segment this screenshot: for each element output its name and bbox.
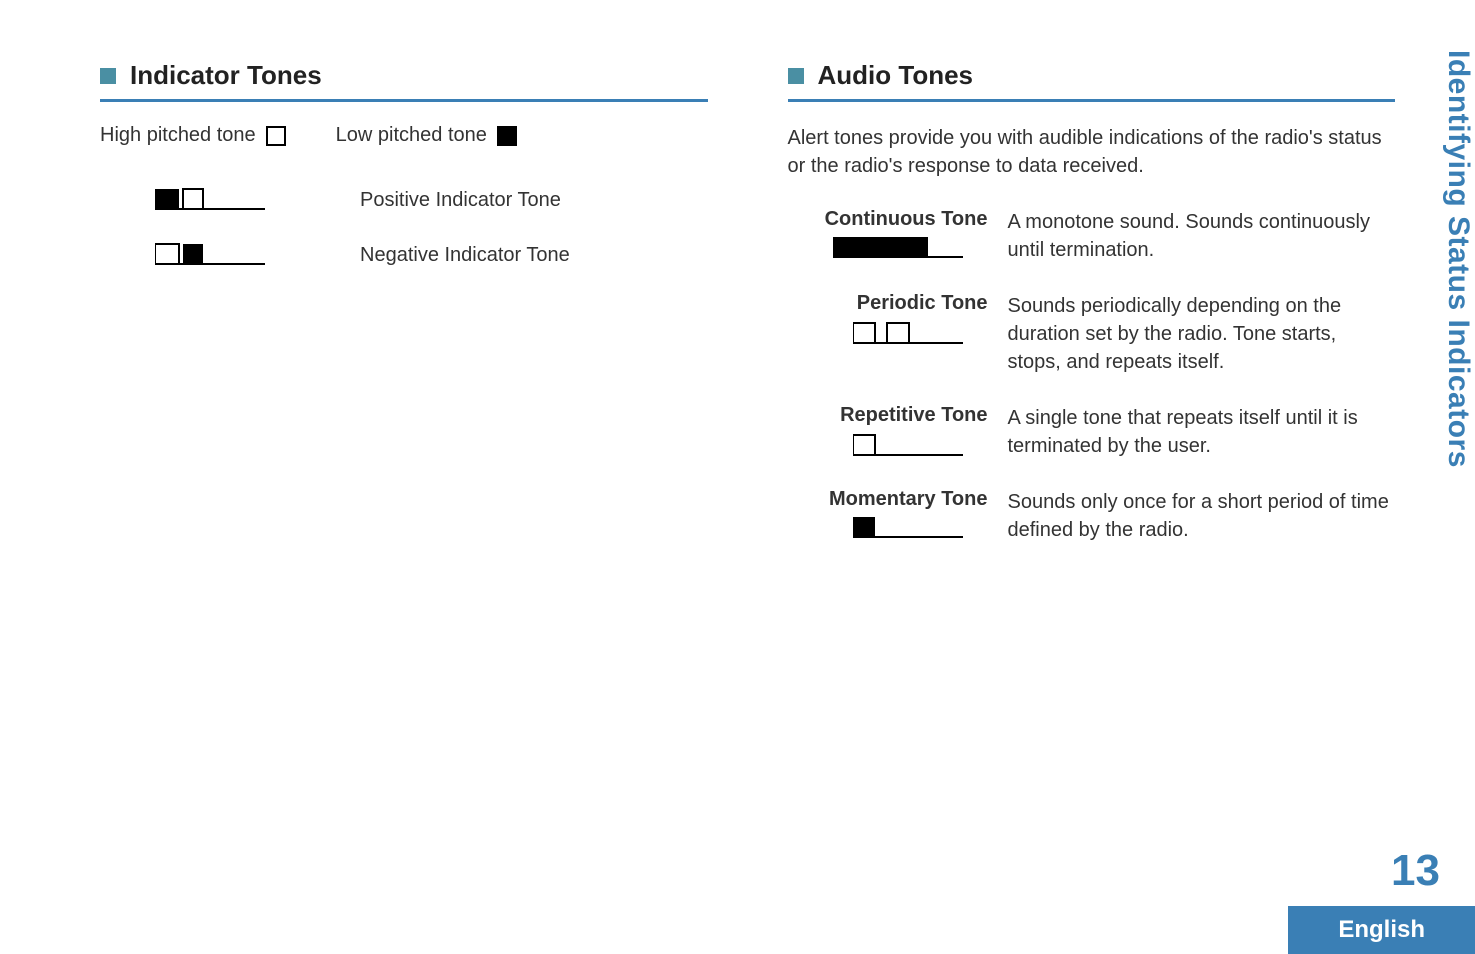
tone-legend: High pitched tone Low pitched tone [100,124,708,147]
periodic-tone-icon [788,321,988,345]
negative-indicator-label: Negative Indicator Tone [360,242,570,267]
repetitive-tone-icon [788,433,988,457]
positive-indicator-icon [100,187,320,211]
continuous-tone-row: Continuous Tone A monotone sound. Sounds… [788,208,1396,264]
low-pitched-label: Low pitched tone [336,124,487,147]
repetitive-tone-desc: A single tone that repeats itself until … [1008,404,1396,460]
page-number: 13 [1288,846,1475,906]
momentary-tone-desc: Sounds only once for a short period of t… [1008,488,1396,544]
periodic-tone-left: Periodic Tone [788,292,988,376]
momentary-tone-name: Momentary Tone [788,488,988,511]
audio-tones-title: Audio Tones [818,60,974,91]
periodic-tone-name: Periodic Tone [788,292,988,315]
high-pitched-icon [266,126,286,146]
momentary-tone-left: Momentary Tone [788,488,988,544]
momentary-tone-row: Momentary Tone Sounds only once for a sh… [788,488,1396,544]
low-pitched-icon [497,126,517,146]
positive-indicator-label: Positive Indicator Tone [360,187,561,212]
page-content: Indicator Tones High pitched tone Low pi… [0,0,1475,572]
high-pitched-legend: High pitched tone [100,124,286,147]
continuous-tone-left: Continuous Tone [788,208,988,264]
low-pitched-legend: Low pitched tone [336,124,517,147]
footer: 13 English [1288,846,1475,954]
periodic-tone-row: Periodic Tone Sounds periodically depend… [788,292,1396,376]
continuous-tone-icon [788,237,988,259]
heading-bullet-icon [100,68,116,84]
negative-indicator-icon [100,242,320,266]
right-column: Audio Tones Alert tones provide you with… [788,60,1396,572]
heading-bullet-icon [788,68,804,84]
left-column: Indicator Tones High pitched tone Low pi… [100,60,708,572]
continuous-tone-desc: A monotone sound. Sounds continuously un… [1008,208,1396,264]
indicator-tones-heading: Indicator Tones [100,60,708,102]
audio-tones-intro: Alert tones provide you with audible ind… [788,124,1396,180]
repetitive-tone-row: Repetitive Tone A single tone that repea… [788,404,1396,460]
repetitive-tone-name: Repetitive Tone [788,404,988,427]
positive-indicator-row: Positive Indicator Tone [100,187,708,212]
periodic-tone-desc: Sounds periodically depending on the dur… [1008,292,1396,376]
language-tab: English [1288,906,1475,954]
indicator-tones-title: Indicator Tones [130,60,322,91]
negative-indicator-row: Negative Indicator Tone [100,242,708,267]
continuous-tone-name: Continuous Tone [788,208,988,231]
high-pitched-label: High pitched tone [100,124,256,147]
momentary-tone-icon [788,517,988,539]
repetitive-tone-left: Repetitive Tone [788,404,988,460]
audio-tones-heading: Audio Tones [788,60,1396,102]
side-tab-title: Identifying Status Indicators [1441,50,1475,468]
